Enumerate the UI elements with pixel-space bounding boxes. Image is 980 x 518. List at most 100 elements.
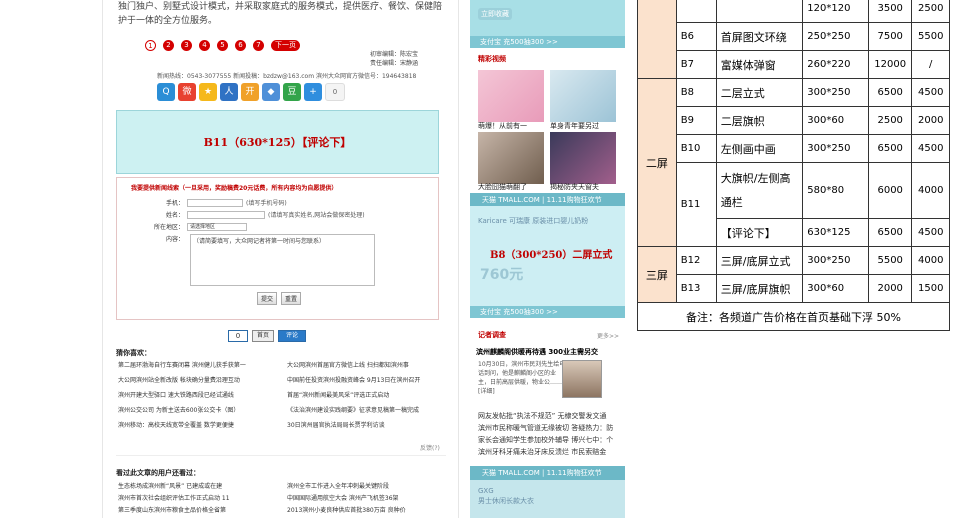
page-link[interactable]: 4: [199, 40, 210, 51]
ad-code: B10: [675, 134, 717, 163]
video-caption[interactable]: 大脸囧猫萌翻了: [478, 182, 527, 192]
list-item[interactable]: 滨州市首次社会组织评估工作正式启动 11: [118, 493, 279, 504]
list-item[interactable]: 第二届环渤海自行车赛闭幕 滨州健儿获手获第一: [118, 360, 279, 371]
right-sidebar: 立即收藏 支付宝 充500抽300 >> 精彩视频 萌爆！从前有一 单身青年要另…: [470, 0, 625, 518]
comment-home-link[interactable]: 首页: [252, 330, 275, 342]
page-link[interactable]: 1: [145, 40, 156, 51]
tmall-banner[interactable]: 天猫 TMALL.COM | 11.11购物狂欢节: [470, 466, 625, 480]
phone-input[interactable]: [187, 198, 243, 207]
video-caption[interactable]: 单身青年要另过: [550, 121, 599, 131]
page-link[interactable]: 7: [253, 40, 264, 51]
list-item[interactable]: 2013滨州小麦良种供应首批380万亩 良种价: [287, 505, 448, 516]
ad-name: 二层旗帜: [715, 106, 804, 135]
list-item[interactable]: 中国前任投资滨州投融资峰会 9月13日在滨州召开: [287, 375, 448, 386]
list-item[interactable]: 第三季度山东滨州市粮食主品价格全省第: [118, 505, 279, 516]
divider: [116, 455, 446, 456]
ad-size: 250*250: [802, 22, 869, 51]
page-link[interactable]: 5: [217, 40, 228, 51]
list-item[interactable]: 首届“滨州新闻最美风采”评选正式启动: [287, 390, 448, 401]
ad-size: 300*250: [802, 246, 869, 275]
more-share-icon[interactable]: +: [304, 83, 322, 101]
list-item[interactable]: 30日滨州届官执法局局长贾学利访谈: [287, 420, 448, 431]
ad-price-discount: 4500: [911, 218, 950, 247]
price-note: 备注：各频道广告价格在首页基础下浮 50%: [637, 302, 950, 331]
tmall-banner[interactable]: 天猫 TMALL.COM | 11.11购物狂欢节: [470, 193, 625, 207]
editor-info: 初审编辑：陈宏宝 责任编辑：宋静涵: [370, 50, 418, 68]
video-caption[interactable]: 揭秘防夹天窗夫: [550, 182, 599, 192]
ad-size: 580*80: [802, 162, 869, 219]
submit-button[interactable]: 提交: [257, 292, 278, 305]
first-editor: 初审编辑：陈宏宝: [370, 51, 419, 58]
douban-share-icon[interactable]: 豆: [283, 83, 301, 101]
name-input[interactable]: [187, 210, 265, 219]
list-item[interactable]: 网友发帖批“执法不规范” 无棣交警发文通: [478, 410, 623, 422]
list-item[interactable]: 生态栋场成滨州新“风景” 已建成或在建: [118, 481, 279, 492]
ad-price: 7500: [867, 22, 913, 51]
next-page-button[interactable]: 下一页: [271, 40, 300, 51]
ad-size: 300*250: [802, 78, 869, 107]
ad-price-discount: 4500: [911, 78, 950, 107]
qzone-share-icon[interactable]: ★: [199, 83, 217, 101]
weibo-share-icon[interactable]: 微: [178, 83, 196, 101]
reset-button[interactable]: 重置: [281, 292, 302, 305]
top-ad-banner[interactable]: 立即收藏 支付宝 充500抽300 >>: [470, 0, 625, 48]
headline[interactable]: 滨州麒麟阁供暖再待遇 300业主需另交: [476, 347, 598, 357]
ad-price: 6500: [867, 78, 913, 107]
list-item[interactable]: 滨州牙科牙痛未治牙床反溃烂 市民索赔金: [478, 446, 623, 458]
ad-name: 三屏/底屏旗帜: [715, 274, 804, 303]
ad-brand: Karicare 可瑞康 原装进口婴儿奶粉: [478, 217, 589, 225]
area-select[interactable]: 请选择地区: [187, 222, 247, 231]
ad-b11-placeholder[interactable]: B11（630*125）【评论下】: [116, 110, 439, 174]
share-count: 0: [325, 83, 345, 101]
headline-image[interactable]: [562, 360, 602, 398]
content-label: 内容：: [165, 236, 184, 243]
renren-share-icon[interactable]: 人: [220, 83, 238, 101]
list-item[interactable]: 《法治滨州建设实践纲要》征求意见稿第一稿完成: [287, 405, 448, 416]
more-link[interactable]: 更多>>: [597, 331, 619, 340]
video-thumbnail[interactable]: [478, 70, 544, 122]
ad-code: B12: [675, 246, 717, 275]
page-link[interactable]: 6: [235, 40, 246, 51]
feedback-link[interactable]: 反馈(?): [420, 443, 440, 452]
pay-promo[interactable]: 支付宝 充500抽300 >>: [470, 36, 625, 48]
list-item[interactable]: 滨州移动：高校天线宽带全覆盖 数学更便捷: [118, 420, 279, 431]
video-thumbnail[interactable]: [550, 132, 616, 184]
list-item[interactable]: 家长会通知学生参加校外辅导 博兴七中：个: [478, 434, 623, 446]
list-item[interactable]: 大公网滨州站全新改版 帐块确分量费沿理互动: [118, 375, 279, 386]
ad-price: 760元: [480, 267, 524, 283]
ad-price-discount: 4000: [911, 246, 950, 275]
name-hint: (请填写真实姓名,网站会做保密处理): [268, 212, 365, 219]
video-thumbnail[interactable]: [550, 70, 616, 122]
comment-button[interactable]: 评论: [278, 330, 307, 342]
video-caption[interactable]: 萌爆！从前有一: [478, 121, 527, 131]
ad-code: B8: [675, 78, 717, 107]
content-textarea[interactable]: （请简要填写，大众网记者将第一时间与您联系）: [190, 234, 375, 286]
ad-price-discount: 5500: [911, 22, 950, 51]
list-item[interactable]: 滨州全市工作进入全年冲刺最关键阶段: [287, 481, 448, 492]
ad-name: 三屏/底屏立式: [715, 246, 804, 275]
kaixin-share-icon[interactable]: 开: [241, 83, 259, 101]
list-item[interactable]: 滨州开建大型驿口 速大铁路西段已经试通线: [118, 390, 279, 401]
list-item[interactable]: 滨州公交公司 为新主送去600张公交卡（图）: [118, 405, 279, 416]
ad-code: B6: [675, 22, 717, 51]
qq-share-icon[interactable]: Q: [157, 83, 175, 101]
related-list: 生态栋场成滨州新“风景” 已建成或在建 滨州全市工作进入全年冲刺最关键阶段 滨州…: [118, 481, 448, 516]
list-item[interactable]: 大公网滨州首届官方微信上线 扫扫都知滨州事: [287, 360, 448, 371]
ad-b8-placeholder[interactable]: Karicare 可瑞康 原装进口婴儿奶粉 B8（300*250）二屏立式 76…: [470, 206, 625, 306]
form-title: 我要提供新闻线索（一旦采用，奖励稿费20元话费，所有内容均为自愿提供）: [131, 185, 338, 192]
ad-code: B7: [675, 50, 717, 79]
pay-promo[interactable]: 支付宝 充500抽300 >>: [470, 306, 625, 318]
tsina-share-icon[interactable]: ◆: [262, 83, 280, 101]
list-item[interactable]: 中国国际通用航空大会 滨州产飞机签36架: [287, 493, 448, 504]
collect-button[interactable]: 立即收藏: [478, 8, 512, 20]
page-link[interactable]: 3: [181, 40, 192, 51]
zone-cell: 二屏: [637, 78, 677, 247]
ad-code: B11: [675, 162, 717, 247]
ad-price-discount: 4500: [911, 134, 950, 163]
video-thumbnail[interactable]: [478, 132, 544, 184]
pay-promo-strip[interactable]: 支付宝 充500抽300 >>: [470, 306, 625, 318]
responsible-editor: 责任编辑：宋静涵: [370, 60, 419, 67]
list-item[interactable]: 滨州市民称暖气管道无缘被切 答疑热力：防: [478, 422, 623, 434]
gxg-ad[interactable]: GXG 男士休闲长款大衣: [470, 480, 625, 518]
page-link[interactable]: 2: [163, 40, 174, 51]
